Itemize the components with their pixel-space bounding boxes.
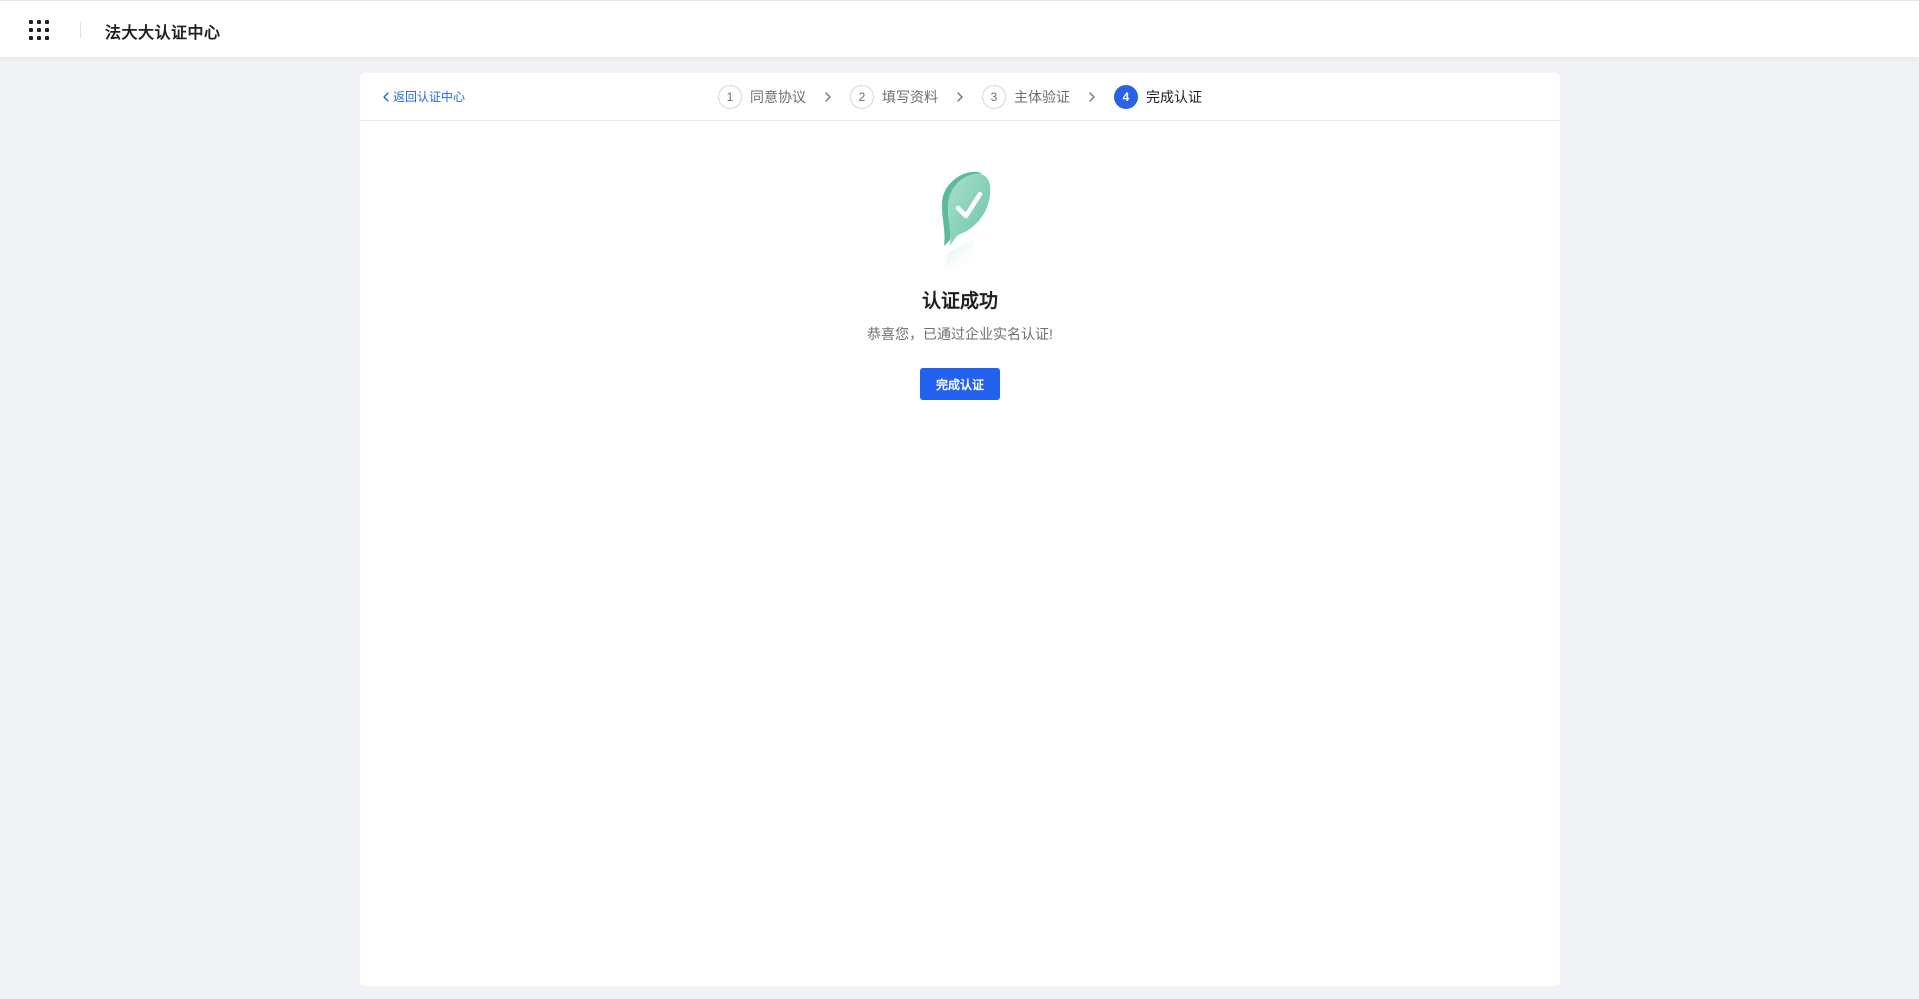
chevron-right-icon xyxy=(1070,92,1114,102)
apps-grid-icon[interactable] xyxy=(29,20,49,40)
step-number-active: 4 xyxy=(1114,85,1138,109)
step-entity-verify: 3 主体验证 xyxy=(982,85,1070,109)
step-fill-info: 2 填写资料 xyxy=(850,85,938,109)
success-check-bubble-icon xyxy=(920,164,1000,274)
app-title: 法大大认证中心 xyxy=(105,25,221,42)
card-header: 返回认证中心 1 同意协议 2 填写资料 3 主体验证 4 完成认证 xyxy=(360,73,1560,121)
header-divider xyxy=(80,21,81,38)
step-number: 1 xyxy=(718,85,742,109)
step-number: 2 xyxy=(850,85,874,109)
step-number: 3 xyxy=(982,85,1006,109)
step-label: 同意协议 xyxy=(750,89,806,105)
step-complete: 4 完成认证 xyxy=(1114,85,1202,109)
back-link-label: 返回认证中心 xyxy=(393,90,466,104)
chevron-right-icon xyxy=(938,92,982,102)
step-label: 主体验证 xyxy=(1014,89,1070,105)
top-navbar: 法大大认证中心 xyxy=(0,0,1919,57)
back-to-center-link[interactable]: 返回认证中心 xyxy=(382,88,465,105)
finish-verification-button[interactable]: 完成认证 xyxy=(920,368,1000,400)
step-label: 填写资料 xyxy=(882,89,938,105)
success-subtitle: 恭喜您，已通过企业实名认证! xyxy=(867,326,1053,342)
progress-steps: 1 同意协议 2 填写资料 3 主体验证 4 完成认证 xyxy=(718,85,1202,109)
chevron-left-icon xyxy=(383,91,389,102)
step-agree: 1 同意协议 xyxy=(718,85,806,109)
chevron-right-icon xyxy=(806,92,850,102)
main-card: 返回认证中心 1 同意协议 2 填写资料 3 主体验证 4 完成认证 认证成功 … xyxy=(360,73,1560,986)
step-label-active: 完成认证 xyxy=(1146,89,1202,105)
success-title: 认证成功 xyxy=(921,291,998,312)
